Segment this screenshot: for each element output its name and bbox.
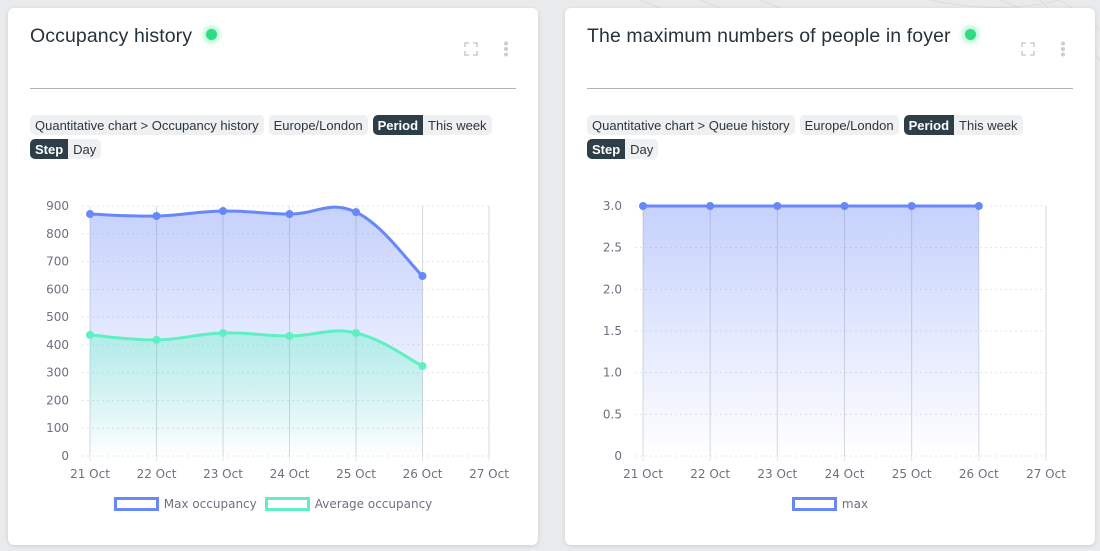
chart-legend: max (565, 497, 1095, 511)
data-point (86, 210, 94, 219)
x-tick-label: 22 Oct (137, 467, 177, 481)
x-tick-label: 27 Oct (1026, 467, 1066, 481)
data-point (219, 328, 227, 337)
legend-label: max (841, 497, 869, 511)
data-point (974, 202, 983, 210)
foyer-chart: 0 0.5 1.0 1.5 2.0 2.5 3.0 21 Oct 22 Oct 23 Oct 24 … (603, 199, 1066, 481)
y-tick-label: 300 (46, 366, 69, 380)
x-tick-label: 23 Oct (203, 467, 243, 481)
x-tick-label: 25 Oct (892, 467, 932, 481)
x-tick-label: 21 Oct (623, 467, 663, 481)
y-tick-label: 500 (46, 310, 69, 324)
data-point (639, 202, 647, 210)
y-tick-label: 900 (46, 199, 69, 213)
y-tick-label: 2.0 (603, 282, 622, 296)
data-point (152, 335, 161, 344)
y-tick-label: 2.5 (603, 241, 622, 255)
x-tick-label: 25 Oct (336, 467, 376, 481)
y-tick-label: 0 (61, 449, 69, 463)
data-point (840, 202, 849, 210)
series-area-0 (643, 206, 979, 456)
data-point (285, 210, 294, 219)
y-tick-label: 700 (46, 255, 69, 269)
data-point (706, 202, 715, 210)
y-tick-label: 800 (46, 227, 69, 241)
legend-swatch-average (264, 497, 310, 511)
y-tick-label: 400 (46, 338, 69, 352)
y-tick-label: 0.5 (603, 407, 622, 421)
data-point (219, 207, 227, 215)
occupancy-chart: 0 100 200 300 400 500 600 700 800 900 21 Oct 22 Oct… (46, 199, 509, 481)
data-point (907, 202, 916, 210)
data-point (352, 328, 360, 337)
data-point (285, 332, 294, 340)
x-tick-label: 22 Oct (690, 467, 730, 481)
x-tick-label: 27 Oct (469, 467, 509, 481)
data-point (152, 212, 161, 220)
legend-item-max-occupancy[interactable]: Max occupancy (113, 497, 257, 511)
y-tick-label: 1.0 (603, 366, 622, 380)
legend-swatch-max (113, 497, 159, 511)
x-tick-label: 24 Oct (825, 467, 865, 481)
y-tick-label: 200 (46, 393, 69, 407)
y-tick-label: 1.5 (603, 324, 622, 338)
data-point (773, 202, 782, 210)
chart-legend: Max occupancy Average occupancy (8, 497, 538, 511)
x-tick-label: 26 Oct (959, 467, 999, 481)
data-point (352, 208, 360, 217)
x-tick-label: 24 Oct (270, 467, 310, 481)
y-tick-label: 0 (614, 449, 622, 463)
x-tick-label: 23 Oct (757, 467, 797, 481)
series-area-1 (90, 330, 423, 456)
x-tick-label: 21 Oct (70, 467, 110, 481)
y-tick-label: 100 (46, 421, 69, 435)
foyer-max-people-panel: The maximum numbers of people in foyer Q… (565, 8, 1095, 545)
data-point (86, 330, 94, 339)
occupancy-history-panel: Occupancy history Quantitative chart > O… (8, 8, 538, 545)
data-point (418, 272, 427, 280)
legend-swatch-max (791, 497, 837, 511)
legend-label: Average occupancy (314, 497, 433, 511)
y-tick-label: 600 (46, 282, 69, 296)
legend-label: Max occupancy (163, 497, 257, 511)
data-point (418, 362, 427, 370)
legend-item-average-occupancy[interactable]: Average occupancy (264, 497, 433, 511)
x-tick-label: 26 Oct (403, 467, 443, 481)
legend-item-max[interactable]: max (791, 497, 869, 511)
y-tick-label: 3.0 (603, 199, 622, 213)
